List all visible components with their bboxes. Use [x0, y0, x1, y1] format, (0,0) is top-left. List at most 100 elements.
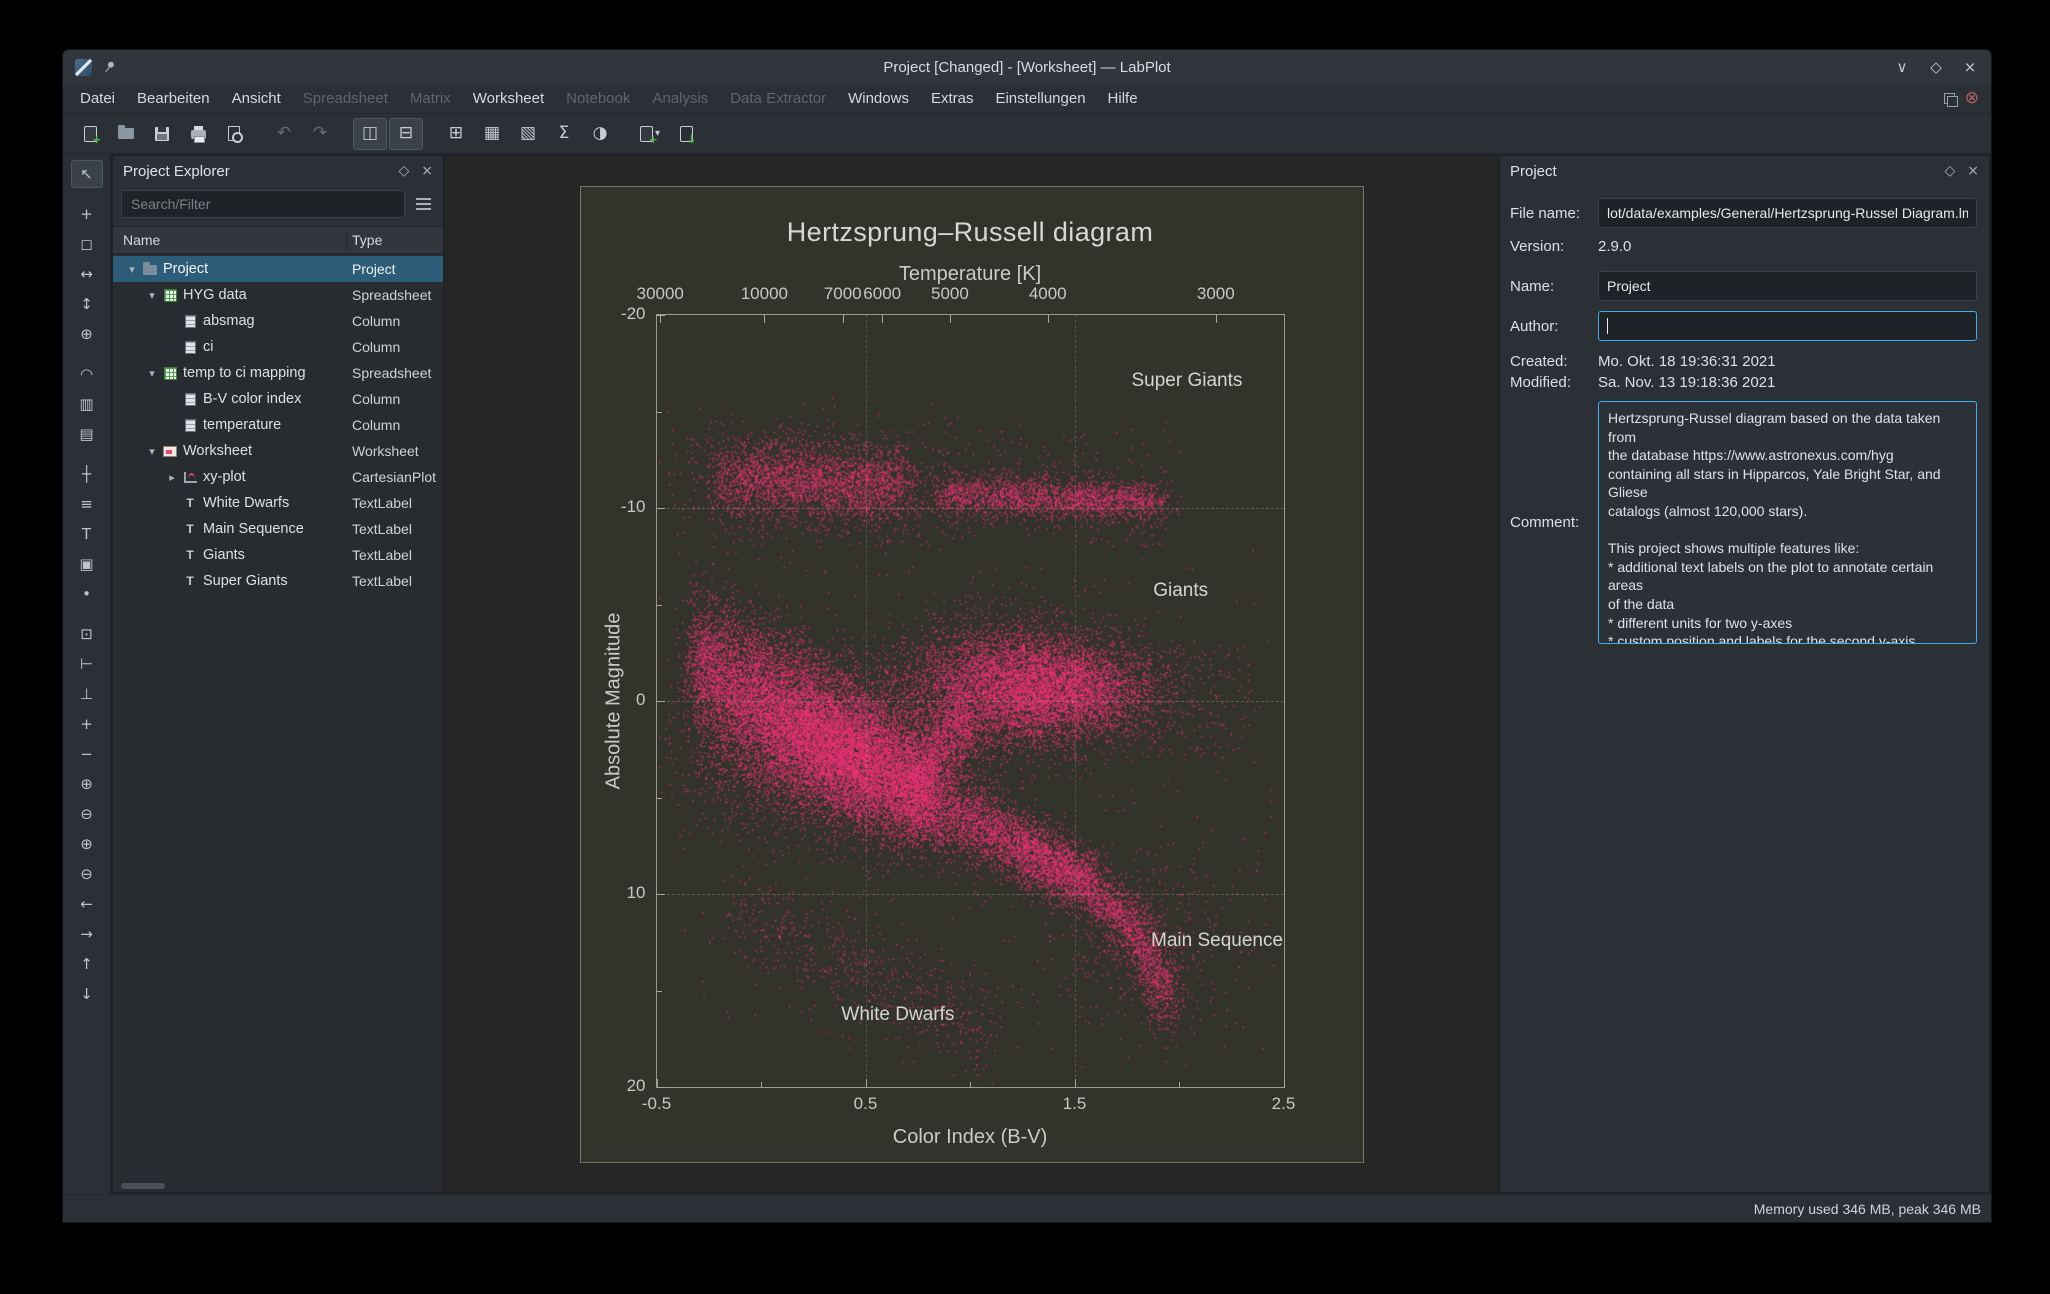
maximize-button[interactable]: ◇ — [1927, 58, 1945, 76]
data-extractor-button[interactable]: ◑ — [583, 118, 617, 150]
new-spreadsheet-button[interactable]: ⊞ — [439, 118, 473, 150]
file-name-input[interactable] — [1598, 198, 1977, 228]
filter-options-button[interactable] — [411, 192, 435, 216]
open-project-button[interactable] — [109, 118, 143, 150]
close-button[interactable]: × — [1961, 58, 1979, 76]
shift-down-y-button[interactable]: ↓ — [71, 980, 103, 1008]
zoom-in-x-button[interactable]: ⊕ — [71, 770, 103, 798]
menu-einstellungen[interactable]: Einstellungen — [984, 84, 1096, 113]
new-project-button[interactable] — [73, 118, 107, 150]
expander-icon[interactable]: ▾ — [143, 289, 161, 302]
shift-up-y-button[interactable]: ↑ — [71, 950, 103, 978]
zoom-x-select-mode-button[interactable]: ↔ — [71, 260, 103, 288]
toggle-vertical-layout-button[interactable]: ◫ — [353, 118, 387, 150]
tree-row-worksheet[interactable]: ▾WorksheetWorksheet — [113, 438, 443, 464]
print-button[interactable] — [181, 118, 215, 150]
new-notebook-button[interactable]: Σ — [547, 118, 581, 150]
search-input[interactable] — [121, 190, 405, 218]
pin-icon[interactable] — [99, 57, 119, 77]
shift-left-x-button[interactable]: ← — [71, 890, 103, 918]
project-icon — [143, 265, 157, 275]
expander-icon[interactable]: ▾ — [143, 367, 161, 380]
add-curve-button[interactable]: ◠ — [71, 360, 103, 388]
name-input[interactable] — [1598, 271, 1977, 301]
expander-icon[interactable]: ▸ — [163, 471, 181, 484]
expander-icon[interactable]: ▾ — [143, 445, 161, 458]
zoom-out-button[interactable]: − — [71, 740, 103, 768]
save-project-button[interactable] — [145, 118, 179, 150]
worksheet-paper[interactable]: Hertzsprung–Russell diagram Temperature … — [580, 186, 1364, 1163]
zoom-in-y-button[interactable]: ⊕ — [71, 830, 103, 858]
add-histogram-button[interactable]: ▥ — [71, 390, 103, 418]
zoom-in-button[interactable]: + — [71, 710, 103, 738]
author-input[interactable] — [1598, 311, 1977, 341]
expander-icon[interactable]: ▾ — [123, 263, 141, 276]
scrollbar-handle[interactable] — [121, 1183, 165, 1189]
tree-row-ci[interactable]: ciColumn — [113, 334, 443, 360]
tree-row-xy-plot[interactable]: ▸xy-plotCartesianPlot — [113, 464, 443, 490]
plot-icon — [184, 472, 197, 483]
auto-scale-y-button[interactable]: ⊥ — [71, 680, 103, 708]
tree-row-absmag[interactable]: absmagColumn — [113, 308, 443, 334]
menu-extras[interactable]: Extras — [920, 84, 985, 113]
tree-row-super-giants[interactable]: Super GiantsTextLabel — [113, 568, 443, 594]
column-header-type[interactable]: Type — [352, 232, 382, 248]
comment-textarea[interactable]: Hertzsprung-Russel diagram based on the … — [1598, 401, 1977, 644]
zoom-out-x-button[interactable]: ⊖ — [71, 800, 103, 828]
undo-button[interactable]: ↶ — [267, 118, 301, 150]
column-header-name[interactable]: Name — [113, 232, 160, 248]
print-preview-button[interactable] — [217, 118, 251, 150]
plot-region[interactable]: -20-1001020-0.50.51.52.53000010000700060… — [656, 314, 1285, 1088]
menu-worksheet[interactable]: Worksheet — [462, 84, 555, 113]
close-panel-icon[interactable]: × — [1967, 163, 1979, 179]
shift-right-x-button[interactable]: → — [71, 920, 103, 948]
redo-button[interactable]: ↷ — [303, 118, 337, 150]
item-type-icon — [181, 521, 199, 537]
zoom-y-select-mode-button[interactable]: ↕ — [71, 290, 103, 318]
minimize-button[interactable]: ∨ — [1893, 58, 1911, 76]
menu-hilfe[interactable]: Hilfe — [1097, 84, 1149, 113]
mdi-close-icon[interactable]: ⊗ — [1965, 90, 1979, 107]
tree-row-temperature[interactable]: temperatureColumn — [113, 412, 443, 438]
close-panel-icon[interactable]: × — [421, 163, 433, 179]
auto-scale-button[interactable]: ⊡ — [71, 620, 103, 648]
titlebar[interactable]: Project [Changed] - [Worksheet] — LabPlo… — [63, 50, 1991, 84]
menu-datei[interactable]: Datei — [69, 84, 126, 113]
add-legend-button[interactable]: ≡ — [71, 490, 103, 518]
menu-bearbeiten[interactable]: Bearbeiten — [126, 84, 221, 113]
add-axis-button[interactable]: ┼ — [71, 460, 103, 488]
add-boxplot-button[interactable]: ▤ — [71, 420, 103, 448]
float-panel-icon[interactable]: ◇ — [1944, 163, 1955, 179]
auto-scale-x-icon: ⊢ — [80, 657, 93, 672]
temperature-tick — [660, 315, 661, 323]
horizontal-scrollbar[interactable] — [113, 1180, 443, 1192]
add-text-label-button[interactable]: T — [71, 520, 103, 548]
mdi-restore-icon[interactable] — [1944, 93, 1955, 104]
new-matrix-button[interactable]: ▦ — [475, 118, 509, 150]
add-image-button[interactable]: ▣ — [71, 550, 103, 578]
float-panel-icon[interactable]: ◇ — [398, 163, 409, 179]
zoom-out-y-button[interactable]: ⊖ — [71, 860, 103, 888]
tree-row-hyg-data[interactable]: ▾HYG dataSpreadsheet — [113, 282, 443, 308]
toggle-horizontal-layout-button[interactable]: ⊟ — [389, 118, 423, 150]
tree-row-project[interactable]: ▾ProjectProject — [113, 256, 443, 282]
select-mode-button[interactable]: ↖ — [71, 160, 103, 188]
tree-row-b-v-color-index[interactable]: B-V color indexColumn — [113, 386, 443, 412]
add-axis-icon: ┼ — [82, 467, 91, 482]
tree-row-temp-to-ci-mapping[interactable]: ▾temp to ci mappingSpreadsheet — [113, 360, 443, 386]
add-new-button[interactable]: ▾ — [633, 118, 667, 150]
import-data-button[interactable] — [669, 118, 703, 150]
tree-row-main-sequence[interactable]: Main SequenceTextLabel — [113, 516, 443, 542]
crosshair-mode-button[interactable]: + — [71, 200, 103, 228]
tree-row-giants[interactable]: GiantsTextLabel — [113, 542, 443, 568]
new-worksheet-button[interactable]: ▧ — [511, 118, 545, 150]
add-custom-point-button[interactable]: • — [71, 580, 103, 608]
temperature-tick-label: 7000 — [824, 284, 862, 304]
menu-windows[interactable]: Windows — [837, 84, 920, 113]
tree-row-white-dwarfs[interactable]: White DwarfsTextLabel — [113, 490, 443, 516]
zoom-select-mode-button[interactable]: ◻ — [71, 230, 103, 258]
auto-scale-x-button[interactable]: ⊢ — [71, 650, 103, 678]
tree-header[interactable]: Name Type — [113, 226, 443, 254]
menu-ansicht[interactable]: Ansicht — [221, 84, 292, 113]
cursor-mode-button[interactable]: ⊕ — [71, 320, 103, 348]
